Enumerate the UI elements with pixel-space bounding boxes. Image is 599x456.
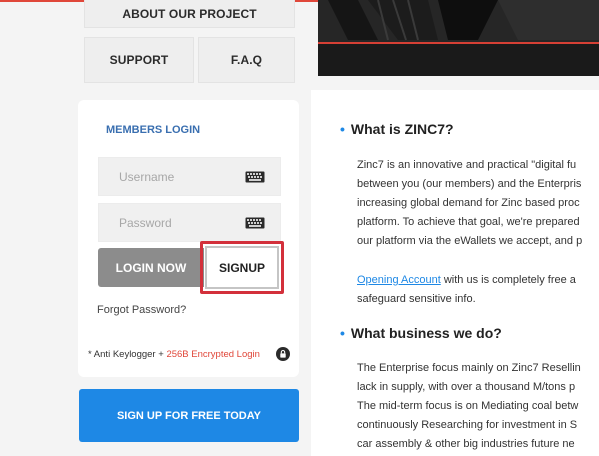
opening-account-line: Opening Account with us is completely fr…	[357, 271, 576, 291]
username-field[interactable]	[98, 157, 281, 196]
paragraph-line: The Enterprise focus mainly on Zinc7 Res…	[357, 362, 581, 374]
opening-account-text: with us is completely free a	[440, 274, 576, 286]
hero-image	[318, 0, 599, 76]
members-login-title: MEMBERS LOGIN	[106, 124, 201, 136]
eagle-image	[318, 0, 599, 76]
keyboard-icon[interactable]	[245, 217, 265, 229]
section-title-text: What is ZINC7?	[350, 121, 454, 137]
paragraph-line: lack in supply, with over a thousand M/t…	[357, 381, 576, 393]
paragraph-line: our platform via the eWallets we accept,…	[357, 235, 583, 247]
paragraph-line: platform. To achieve that goal, we're pr…	[357, 216, 580, 228]
opening-account-link[interactable]: Opening Account	[357, 274, 441, 286]
section-title-business: • What business we do?	[340, 325, 502, 341]
faq-button[interactable]: F.A.Q	[198, 37, 295, 83]
keylogger-note: * Anti Keylogger + 256B Encrypted Login	[88, 349, 260, 360]
keyboard-icon[interactable]	[245, 171, 265, 183]
paragraph-line: between you (our members) and the Enterp…	[357, 178, 582, 190]
paragraph-line: car assembly & other big industries futu…	[357, 438, 575, 450]
password-input[interactable]	[99, 204, 239, 241]
username-input[interactable]	[99, 158, 239, 195]
paragraph-line: Zinc7 is an innovative and practical "di…	[357, 159, 577, 171]
paragraph-line: continuously Researching for investment …	[357, 419, 578, 431]
password-field[interactable]	[98, 203, 281, 242]
paragraph-line: safeguard sensitive info.	[357, 293, 476, 305]
login-now-button[interactable]: LOGIN NOW	[98, 248, 204, 287]
section-title-what-is: • What is ZINC7?	[340, 121, 454, 137]
support-button[interactable]: SUPPORT	[84, 37, 194, 83]
keylogger-prefix: * Anti Keylogger +	[88, 349, 167, 360]
about-project-button[interactable]: ABOUT OUR PROJECT	[84, 0, 295, 28]
bullet-dot: •	[340, 121, 345, 137]
paragraph-line: The mid-term focus is on Mediating coal …	[357, 400, 579, 412]
bullet-dot: •	[340, 325, 345, 341]
paragraph-line: increasing global demand for Zinc based …	[357, 197, 580, 209]
encrypted-login-text: 256B Encrypted Login	[166, 349, 260, 360]
signup-button[interactable]: SIGNUP	[205, 246, 279, 289]
signup-free-today-button[interactable]: SIGN UP FOR FREE TODAY	[79, 389, 299, 442]
forgot-password-link[interactable]: Forgot Password?	[97, 304, 186, 316]
hero-accent-line	[318, 42, 599, 44]
section-title-text: What business we do?	[350, 325, 502, 341]
lock-icon	[276, 347, 290, 361]
